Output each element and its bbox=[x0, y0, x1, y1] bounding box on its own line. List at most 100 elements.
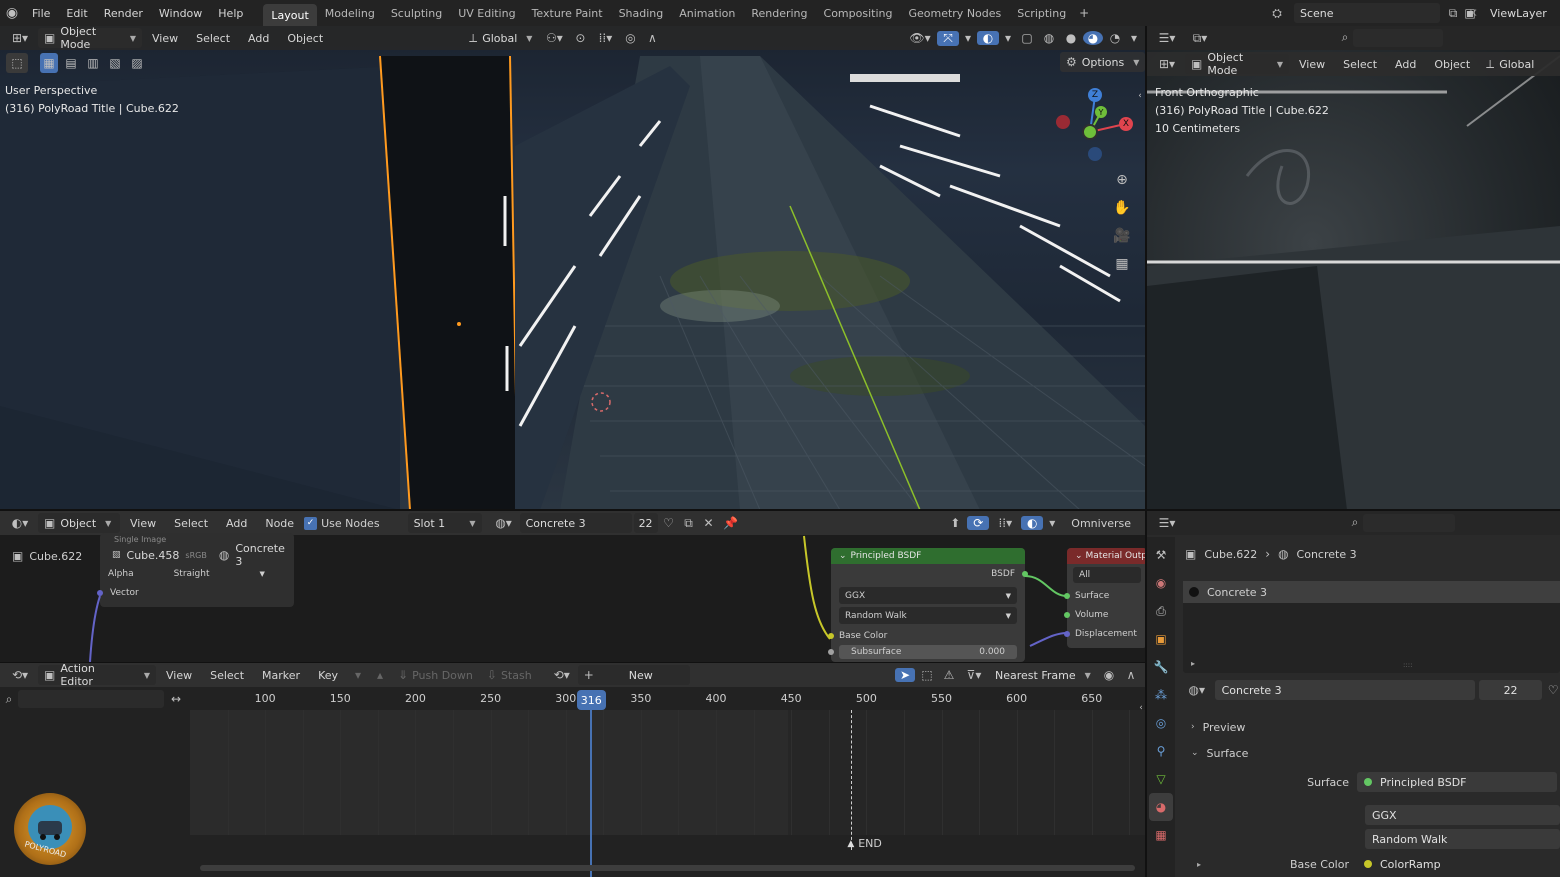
add-workspace-icon[interactable]: + bbox=[1074, 0, 1094, 26]
action-editor[interactable]: ⟲▾ ▣ Action Editor ▼ View Select Marker K… bbox=[0, 663, 1145, 877]
pan-hand-icon[interactable]: ✋ bbox=[1110, 194, 1134, 222]
properties-editor[interactable]: ☰▾ ⌕ ⚒ ◉ ⎙ ▣ 🔧 ⁂ ◎ ⚲ ▽ ◕ ▦ ▣ Cube.622 › … bbox=[1147, 511, 1560, 877]
unlink-material-icon[interactable]: ✕ bbox=[700, 516, 718, 530]
tab-scripting[interactable]: Scripting bbox=[1009, 0, 1074, 26]
particles-tab-icon[interactable]: ⁂ bbox=[1155, 681, 1167, 709]
properties-editor-type-icon[interactable]: ☰▾ bbox=[1151, 516, 1183, 530]
tool-tab-icon[interactable]: ⚒ bbox=[1156, 541, 1167, 569]
alpha-dropdown[interactable]: Straight ▼ bbox=[174, 569, 265, 579]
subsurface-row[interactable]: Subsurface 0.000 bbox=[828, 645, 1017, 659]
duplicate-material-icon[interactable]: ⧉ bbox=[680, 516, 698, 531]
material-browse-icon[interactable]: ◍▾ bbox=[1183, 683, 1211, 697]
action-mode-dropdown[interactable]: ▣ Action Editor ▼ bbox=[38, 663, 156, 688]
vector-socket[interactable] bbox=[97, 590, 103, 596]
solid-shading-icon[interactable]: ● bbox=[1061, 31, 1081, 45]
zoom-icon[interactable]: ⊕ bbox=[1110, 166, 1134, 194]
gizmo-x-icon[interactable]: X bbox=[1119, 117, 1133, 131]
navigation-gizmo[interactable]: Z Y X bbox=[1055, 84, 1135, 164]
pivot-icon[interactable]: ⚇▾ bbox=[540, 31, 568, 45]
viewlayer-field[interactable]: ViewLayer bbox=[1484, 3, 1560, 23]
tab-geometry-nodes[interactable]: Geometry Nodes bbox=[900, 0, 1009, 26]
side-menu-object[interactable]: Object bbox=[1426, 52, 1478, 76]
list-resize-handle[interactable]: :::: bbox=[1403, 661, 1412, 669]
snap-node-icon[interactable]: ⁞⁞▾ bbox=[991, 516, 1019, 530]
gizmo-z-icon[interactable]: Z bbox=[1088, 88, 1102, 102]
fake-user-icon[interactable]: ♡ bbox=[660, 516, 678, 530]
stash-button[interactable]: ⇩ Stash bbox=[481, 668, 538, 682]
props-distribution-dropdown[interactable]: GGX bbox=[1365, 805, 1560, 825]
display-mode-icon[interactable]: ⧉▾ bbox=[1185, 31, 1215, 46]
tab-uv-editing[interactable]: UV Editing bbox=[450, 0, 523, 26]
tab-sculpting[interactable]: Sculpting bbox=[383, 0, 450, 26]
side-orientation-dropdown[interactable]: ⟂ Global bbox=[1480, 54, 1540, 74]
editor-type-icon[interactable]: ⊞▾ bbox=[4, 31, 36, 45]
only-errors-icon[interactable]: ⚠ bbox=[939, 668, 959, 682]
new-action-button[interactable]: + New bbox=[577, 665, 690, 685]
displacement-socket[interactable] bbox=[1064, 630, 1070, 637]
falloff-curve-icon[interactable]: ∧ bbox=[1121, 668, 1141, 682]
subsurface-method-dropdown[interactable]: Random Walk ▼ bbox=[839, 607, 1017, 624]
action-menu-marker[interactable]: Marker bbox=[254, 663, 308, 687]
distribution-dropdown[interactable]: GGX ▼ bbox=[839, 587, 1017, 604]
area-divider-timeline[interactable] bbox=[0, 662, 1145, 663]
list-expand-icon[interactable]: ▸ bbox=[1191, 659, 1195, 668]
wireframe-shading-icon[interactable]: ◍ bbox=[1039, 31, 1059, 45]
select-subtract-icon[interactable]: ▥ bbox=[84, 56, 102, 70]
snap-target-icon[interactable]: ⁞⁞▾ bbox=[592, 31, 618, 45]
channel-search-field[interactable] bbox=[18, 690, 164, 708]
properties-search-icon[interactable]: ⌕ bbox=[1347, 515, 1363, 530]
layer-down-icon[interactable]: ▾ bbox=[348, 668, 368, 682]
preview-panel-header[interactable]: › Preview bbox=[1183, 715, 1560, 739]
overlays-menu-icon[interactable]: ▾ bbox=[1001, 31, 1015, 45]
layer-up-icon[interactable]: ▴ bbox=[370, 668, 390, 682]
object-mode-dropdown[interactable]: ▣ Object Mode ▼ bbox=[38, 26, 142, 51]
collapse-sidebar-icon[interactable]: ‹ bbox=[1135, 91, 1145, 101]
modifier-tab-icon[interactable]: 🔧 bbox=[1154, 653, 1169, 681]
menu-render[interactable]: Render bbox=[96, 0, 151, 26]
select-intersect-icon[interactable]: ▨ bbox=[128, 56, 146, 70]
keyframe-area[interactable] bbox=[190, 710, 1145, 835]
props-subsurface-method-dropdown[interactable]: Random Walk bbox=[1365, 829, 1560, 849]
side-menu-add[interactable]: Add bbox=[1387, 52, 1424, 76]
tab-rendering[interactable]: Rendering bbox=[743, 0, 815, 26]
surface-shader-field[interactable]: Principled BSDF bbox=[1357, 772, 1557, 792]
tab-shading[interactable]: Shading bbox=[611, 0, 672, 26]
output-tab-icon[interactable]: ⎙ bbox=[1156, 597, 1166, 625]
side-menu-select[interactable]: Select bbox=[1335, 52, 1385, 76]
object-tab-icon[interactable]: ▣ bbox=[1155, 625, 1166, 653]
tab-texture-paint[interactable]: Texture Paint bbox=[524, 0, 611, 26]
snapping-dropdown[interactable]: Nearest Frame ▼ bbox=[989, 665, 1097, 685]
menu-file[interactable]: File bbox=[24, 0, 58, 26]
tab-compositing[interactable]: Compositing bbox=[816, 0, 901, 26]
channel-search-icon[interactable]: ⌕ bbox=[0, 692, 18, 707]
blender-logo-icon[interactable]: ◉ bbox=[0, 0, 24, 26]
render-tab-icon[interactable]: ◉ bbox=[1156, 569, 1166, 597]
side-search-field[interactable] bbox=[1353, 29, 1443, 47]
collapse-region-icon[interactable]: ‹ bbox=[1136, 703, 1145, 713]
shader-type-dropdown[interactable]: ▣ Object ▼ bbox=[38, 513, 120, 533]
select-tool-icon[interactable]: ⬚ bbox=[6, 53, 28, 73]
action-menu-select[interactable]: Select bbox=[202, 663, 252, 687]
node-menu-add[interactable]: Add bbox=[218, 511, 255, 535]
falloff-icon[interactable]: ∧ bbox=[642, 31, 662, 45]
bsdf-output-socket[interactable] bbox=[1022, 571, 1028, 577]
action-menu-view[interactable]: View bbox=[158, 663, 200, 687]
action-menu-key[interactable]: Key bbox=[310, 663, 346, 687]
node-menu-view[interactable]: View bbox=[122, 511, 164, 535]
tab-animation[interactable]: Animation bbox=[671, 0, 743, 26]
material-datablock-name[interactable]: Concrete 3 bbox=[1214, 680, 1475, 700]
push-down-button[interactable]: ⇓ Push Down bbox=[392, 668, 479, 682]
show-hidden-icon[interactable]: ⬚ bbox=[917, 668, 937, 682]
outliner-editor-icon[interactable]: ☰▾ bbox=[1151, 31, 1183, 45]
node-editor-type-icon[interactable]: ◐▾ bbox=[4, 516, 36, 530]
image-texture-node[interactable]: Single Image ▧ Cube.458 sRGB ◍ Concrete … bbox=[97, 533, 294, 607]
material-datablock-users[interactable]: 22 bbox=[1478, 680, 1543, 700]
node-menu-node[interactable]: Node bbox=[257, 511, 302, 535]
menu-edit[interactable]: Edit bbox=[58, 0, 95, 26]
gizmo-y-icon[interactable]: Y bbox=[1095, 106, 1107, 118]
select-extend-icon[interactable]: ▤ bbox=[62, 56, 80, 70]
rendered-shading-icon[interactable]: ◔ bbox=[1105, 31, 1125, 45]
shader-node-editor[interactable]: ◐▾ ▣ Object ▼ View Select Add Node ✓ Use … bbox=[0, 511, 1145, 662]
material-tab-icon[interactable]: ◕ bbox=[1149, 793, 1173, 821]
xray-icon[interactable]: ▢ bbox=[1017, 31, 1037, 45]
